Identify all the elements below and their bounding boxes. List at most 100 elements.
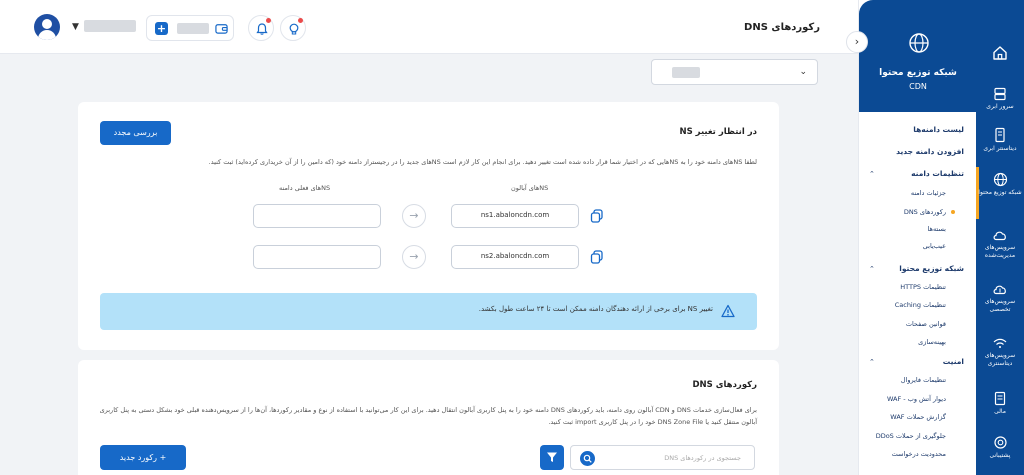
rail-label: شبکه توزیع محتوا: [978, 189, 1022, 196]
chevron-down-icon[interactable]: ▼: [72, 22, 79, 32]
main-nav-rail: سرور ابری دیتاسنتر ابری شبکه توزیع محتوا…: [976, 0, 1024, 475]
collapse-sidebar-button[interactable]: ›: [846, 31, 868, 53]
arrow-right-icon: →: [402, 245, 426, 269]
sidebar-group-security[interactable]: امنیت: [943, 357, 964, 366]
cloud-upload-icon: [993, 285, 1006, 295]
panel-subtitle: CDN: [909, 82, 927, 91]
cdn-sidebar: شبکه توزیع محتوا CDN لیست دامنه‌ها افزود…: [858, 0, 977, 475]
datacenter-icon: [995, 127, 1005, 143]
abalon-ns-1-value: ns1.abaloncdn.com: [480, 211, 550, 219]
sidebar-item-optimization[interactable]: بهینه‌سازی: [918, 338, 946, 346]
recheck-button[interactable]: بررسی مجدد: [100, 121, 171, 145]
sidebar-item-domain-list[interactable]: لیست دامنه‌ها: [913, 125, 964, 134]
add-credit-icon[interactable]: +: [155, 22, 168, 35]
abalon-ns-header: NSهای آبالون: [511, 184, 549, 192]
rail-label: سرویس‌های دیتاسنتری: [984, 352, 1016, 367]
sidebar-item-waf[interactable]: دیوار آتش وب - WAF: [887, 395, 946, 403]
rail-label: سرور ابری: [986, 103, 1014, 110]
filter-button[interactable]: [540, 445, 564, 470]
arrow-right-icon: →: [402, 204, 426, 228]
active-indicator-dot: [951, 210, 955, 214]
chevron-down-icon: ⌄: [799, 67, 807, 77]
panel-title: شبکه توزیع محتوا: [879, 68, 957, 78]
current-ns-2[interactable]: [253, 245, 381, 269]
rail-item-home[interactable]: [976, 45, 1024, 61]
sidebar-item-packages[interactable]: بسته‌ها: [928, 225, 946, 233]
tips-button[interactable]: [280, 15, 306, 41]
support-icon: [993, 436, 1007, 449]
current-ns-1[interactable]: [253, 204, 381, 228]
search-icon[interactable]: [580, 451, 595, 466]
chevron-up-icon[interactable]: ⌃: [869, 170, 875, 178]
abalon-ns-1[interactable]: ns1.abaloncdn.com: [451, 204, 579, 228]
balance-redacted: [177, 23, 209, 34]
copy-icon[interactable]: [590, 209, 604, 223]
rail-item-cloud-server[interactable]: سرور ابری: [976, 87, 1024, 111]
search-input[interactable]: [601, 450, 741, 466]
dns-records-card: رکوردهای DNS برای فعال‌سازی خدمات DNS و …: [78, 360, 779, 475]
sidebar-item-ddos[interactable]: جلوگیری از حملات DDoS: [876, 432, 946, 440]
bell-icon: [256, 23, 268, 35]
cloud-icon: [993, 231, 1006, 241]
tips-dot: [298, 18, 303, 23]
sidebar-item-caching[interactable]: تنظیمات Caching: [895, 301, 946, 309]
domain-select[interactable]: ⌄: [651, 59, 818, 85]
abalon-ns-2[interactable]: ns2.abaloncdn.com: [451, 245, 579, 269]
rail-item-finance[interactable]: مالی: [976, 391, 1024, 416]
sidebar-item-domain-details[interactable]: جزئیات دامنه: [911, 189, 946, 197]
rail-item-special-services[interactable]: سرویس‌های تخصصی: [976, 282, 1024, 314]
selected-domain-redacted: [672, 67, 700, 78]
rail-item-cloud-datacenter[interactable]: دیتاسنتر ابری: [976, 127, 1024, 153]
dns-search[interactable]: [570, 445, 755, 470]
notice-text: تغییر NS برای برخی از ارائه دهندگان دامن…: [478, 305, 713, 313]
user-avatar[interactable]: [34, 14, 60, 40]
sidebar-item-troubleshoot[interactable]: عیب‌یابی: [923, 242, 946, 250]
sidebar-item-rate-limit[interactable]: محدودیت درخواست: [892, 450, 946, 458]
cdn-panel-header: شبکه توزیع محتوا CDN: [859, 0, 977, 112]
notification-dot: [266, 18, 271, 23]
globe-icon: [909, 33, 929, 53]
sidebar-group-cdn-settings[interactable]: شبکه توزیع محتوا: [899, 264, 964, 273]
ns-change-card: بررسی مجدد در انتظار تغییر NS لطفا NSهای…: [78, 102, 779, 350]
sidebar-group-domain-settings[interactable]: تنظیمات دامنه: [911, 169, 964, 178]
current-ns-header: NSهای فعلی دامنه: [279, 184, 331, 192]
wifi-icon: [993, 338, 1007, 348]
rail-label: سرویس‌های مدیریت‌شده: [984, 244, 1016, 259]
ns-card-description: لطفا NSهای دامنه خود را به NSهایی که در …: [208, 158, 757, 166]
rail-label: دیتاسنتر ابری: [983, 145, 1017, 152]
rail-item-support[interactable]: پشتیبانی: [976, 435, 1024, 460]
avatar-body: [38, 30, 56, 40]
server-icon: [994, 87, 1006, 101]
new-record-button[interactable]: + رکورد جدید: [100, 445, 186, 470]
lightbulb-icon: [289, 23, 299, 35]
sidebar-item-dns-records[interactable]: رکوردهای DNS: [904, 208, 946, 216]
sidebar-item-https[interactable]: تنظیمات HTTPS: [900, 283, 946, 291]
ns-propagation-notice: تغییر NS برای برخی از ارائه دهندگان دامن…: [100, 293, 757, 330]
filter-icon: [547, 452, 557, 462]
rail-item-cdn[interactable]: شبکه توزیع محتوا: [976, 172, 1024, 197]
chevron-up-icon[interactable]: ⌃: [869, 358, 875, 366]
sidebar-item-waf-report[interactable]: گزارش حملات WAF: [890, 413, 946, 421]
wallet-balance[interactable]: +: [146, 15, 234, 41]
rail-label: سرویس‌های تخصصی: [984, 298, 1016, 313]
rail-label: پشتیبانی: [989, 452, 1011, 459]
dns-card-title: رکوردهای DNS: [692, 380, 757, 390]
warning-icon: [721, 304, 735, 318]
invoice-icon: [994, 391, 1006, 406]
page-title: رکوردهای DNS: [744, 22, 820, 33]
globe-icon: [993, 172, 1007, 187]
home-icon: [993, 46, 1007, 60]
notifications-button[interactable]: [248, 15, 274, 41]
dns-card-description: برای فعال‌سازی خدمات DNS و CDN آبالون رو…: [99, 406, 757, 426]
username-redacted: [84, 20, 136, 32]
rail-item-managed-services[interactable]: سرویس‌های مدیریت‌شده: [976, 228, 1024, 260]
top-bar: ▼ + رکوردهای DNS: [0, 0, 858, 54]
chevron-up-icon[interactable]: ⌃: [869, 265, 875, 273]
sidebar-item-page-rules[interactable]: قوانین صفحات: [906, 320, 946, 328]
rail-item-datacenter-services[interactable]: سرویس‌های دیتاسنتری: [976, 336, 1024, 368]
copy-icon[interactable]: [590, 250, 604, 264]
sidebar-item-add-domain[interactable]: افزودن دامنه جدید: [896, 147, 964, 156]
rail-label: مالی: [994, 408, 1006, 415]
sidebar-item-firewall[interactable]: تنظیمات فایروال: [901, 376, 946, 384]
abalon-ns-2-value: ns2.abaloncdn.com: [480, 252, 550, 260]
